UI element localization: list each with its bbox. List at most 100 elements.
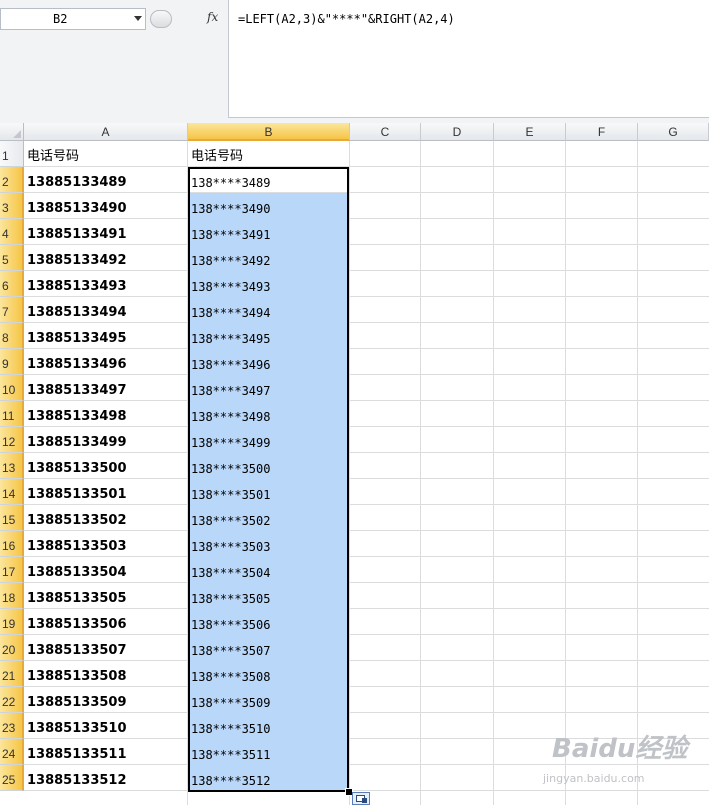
select-all-corner[interactable] bbox=[0, 123, 24, 141]
column-header-e[interactable]: E bbox=[494, 123, 566, 141]
row-header-3[interactable]: 3 bbox=[0, 193, 24, 219]
cell-a16[interactable]: 13885133503 bbox=[27, 531, 127, 557]
row-header-9[interactable]: 9 bbox=[0, 349, 24, 375]
row-header-7[interactable]: 7 bbox=[0, 297, 24, 323]
cell-b18[interactable]: 138****3505 bbox=[191, 583, 270, 609]
cell-a14[interactable]: 13885133501 bbox=[27, 479, 127, 505]
cell-a21[interactable]: 13885133508 bbox=[27, 661, 127, 687]
row-header-16[interactable]: 16 bbox=[0, 531, 24, 557]
row-header-14[interactable]: 14 bbox=[0, 479, 24, 505]
cell-b17[interactable]: 138****3504 bbox=[191, 557, 270, 583]
cell-b8[interactable]: 138****3495 bbox=[191, 323, 270, 349]
cell-a1[interactable]: 电话号码 bbox=[27, 141, 79, 167]
cell-a18[interactable]: 13885133505 bbox=[27, 583, 127, 609]
column-header-c[interactable]: C bbox=[350, 123, 421, 141]
cell-b5[interactable]: 138****3492 bbox=[191, 245, 270, 271]
row-header-19[interactable]: 19 bbox=[0, 609, 24, 635]
cell-a15[interactable]: 13885133502 bbox=[27, 505, 127, 531]
column-header-b[interactable]: B bbox=[188, 123, 350, 141]
column-header-a[interactable]: A bbox=[24, 123, 188, 141]
row-header-17[interactable]: 17 bbox=[0, 557, 24, 583]
cell-a6[interactable]: 13885133493 bbox=[27, 271, 127, 297]
cell-b12[interactable]: 138****3499 bbox=[191, 427, 270, 453]
column-header-d[interactable]: D bbox=[421, 123, 494, 141]
worksheet-grid[interactable]: ABCDEFG 1 2 3 4 5 6 7 8 9 10 11 12 13 14 15 16 17 18 19 20 2… bbox=[0, 123, 709, 805]
gridline bbox=[565, 141, 566, 805]
row-header-8[interactable]: 8 bbox=[0, 323, 24, 349]
row-header-20[interactable]: 20 bbox=[0, 635, 24, 661]
watermark: Baidu经验 jingyan.baidu.com bbox=[540, 728, 705, 800]
cell-b2[interactable]: 138****3489 bbox=[191, 167, 270, 193]
cell-a19[interactable]: 13885133506 bbox=[27, 609, 127, 635]
cell-b9[interactable]: 138****3496 bbox=[191, 349, 270, 375]
cell-b21[interactable]: 138****3508 bbox=[191, 661, 270, 687]
cell-b7[interactable]: 138****3494 bbox=[191, 297, 270, 323]
row-header-24[interactable]: 24 bbox=[0, 739, 24, 765]
cell-area[interactable]: 电话号码 电话号码 13885133489 138****3489 1388513349… bbox=[24, 141, 709, 805]
cell-b3[interactable]: 138****3490 bbox=[191, 193, 270, 219]
formula-input[interactable]: =LEFT(A2,3)&"****"&RIGHT(A2,4) bbox=[228, 0, 709, 118]
cell-a5[interactable]: 13885133492 bbox=[27, 245, 127, 271]
cell-a23[interactable]: 13885133510 bbox=[27, 713, 127, 739]
cell-b24[interactable]: 138****3511 bbox=[191, 739, 270, 765]
cell-a4[interactable]: 13885133491 bbox=[27, 219, 127, 245]
watermark-brand: Baidu经验 bbox=[552, 734, 688, 764]
row-header-5[interactable]: 5 bbox=[0, 245, 24, 271]
cell-b1[interactable]: 电话号码 bbox=[191, 141, 243, 167]
column-header-f[interactable]: F bbox=[566, 123, 638, 141]
row-header-2[interactable]: 2 bbox=[0, 167, 24, 193]
cell-b14[interactable]: 138****3501 bbox=[191, 479, 270, 505]
cell-a9[interactable]: 13885133496 bbox=[27, 349, 127, 375]
cell-b22[interactable]: 138****3509 bbox=[191, 687, 270, 713]
row-header-11[interactable]: 11 bbox=[0, 401, 24, 427]
row-header-21[interactable]: 21 bbox=[0, 661, 24, 687]
cell-b6[interactable]: 138****3493 bbox=[191, 271, 270, 297]
name-box-value: B2 bbox=[53, 12, 68, 26]
row-header-18[interactable]: 18 bbox=[0, 583, 24, 609]
cell-a13[interactable]: 13885133500 bbox=[27, 453, 127, 479]
formula-bar-area: B2 fx =LEFT(A2,3)&"****"&RIGHT(A2,4) bbox=[0, 0, 709, 124]
gridline bbox=[420, 141, 421, 805]
cell-a10[interactable]: 13885133497 bbox=[27, 375, 127, 401]
name-box-dropdown-icon[interactable] bbox=[134, 16, 142, 21]
row-header-22[interactable]: 22 bbox=[0, 687, 24, 713]
cell-b15[interactable]: 138****3502 bbox=[191, 505, 270, 531]
cell-a25[interactable]: 13885133512 bbox=[27, 765, 127, 791]
auto-fill-options-icon[interactable] bbox=[352, 792, 370, 805]
row-header-6[interactable]: 6 bbox=[0, 271, 24, 297]
gridline bbox=[349, 141, 350, 805]
cell-a17[interactable]: 13885133504 bbox=[27, 557, 127, 583]
cell-a22[interactable]: 13885133509 bbox=[27, 687, 127, 713]
row-header-1[interactable]: 1 bbox=[0, 141, 24, 167]
row-header-10[interactable]: 10 bbox=[0, 375, 24, 401]
cell-a11[interactable]: 13885133498 bbox=[27, 401, 127, 427]
cell-b20[interactable]: 138****3507 bbox=[191, 635, 270, 661]
name-box[interactable]: B2 bbox=[0, 8, 146, 30]
cell-a24[interactable]: 13885133511 bbox=[27, 739, 127, 765]
cell-a20[interactable]: 13885133507 bbox=[27, 635, 127, 661]
cell-b4[interactable]: 138****3491 bbox=[191, 219, 270, 245]
cell-b10[interactable]: 138****3497 bbox=[191, 375, 270, 401]
row-header-4[interactable]: 4 bbox=[0, 219, 24, 245]
row-header-23[interactable]: 23 bbox=[0, 713, 24, 739]
column-header-g[interactable]: G bbox=[638, 123, 709, 141]
gridline bbox=[637, 141, 638, 805]
cell-b16[interactable]: 138****3503 bbox=[191, 531, 270, 557]
cell-a7[interactable]: 13885133494 bbox=[27, 297, 127, 323]
cell-a3[interactable]: 13885133490 bbox=[27, 193, 127, 219]
formula-bar-splitter[interactable] bbox=[150, 10, 172, 28]
row-header-25[interactable]: 25 bbox=[0, 765, 24, 791]
formula-text: =LEFT(A2,3)&"****"&RIGHT(A2,4) bbox=[238, 12, 455, 26]
row-header-12[interactable]: 12 bbox=[0, 427, 24, 453]
cell-a8[interactable]: 13885133495 bbox=[27, 323, 127, 349]
cell-b25[interactable]: 138****3512 bbox=[191, 765, 270, 791]
insert-function-icon[interactable]: fx bbox=[207, 10, 218, 24]
row-header-13[interactable]: 13 bbox=[0, 453, 24, 479]
cell-b19[interactable]: 138****3506 bbox=[191, 609, 270, 635]
cell-b11[interactable]: 138****3498 bbox=[191, 401, 270, 427]
cell-a2[interactable]: 13885133489 bbox=[27, 167, 127, 193]
cell-b23[interactable]: 138****3510 bbox=[191, 713, 270, 739]
row-header-15[interactable]: 15 bbox=[0, 505, 24, 531]
cell-a12[interactable]: 13885133499 bbox=[27, 427, 127, 453]
cell-b13[interactable]: 138****3500 bbox=[191, 453, 270, 479]
